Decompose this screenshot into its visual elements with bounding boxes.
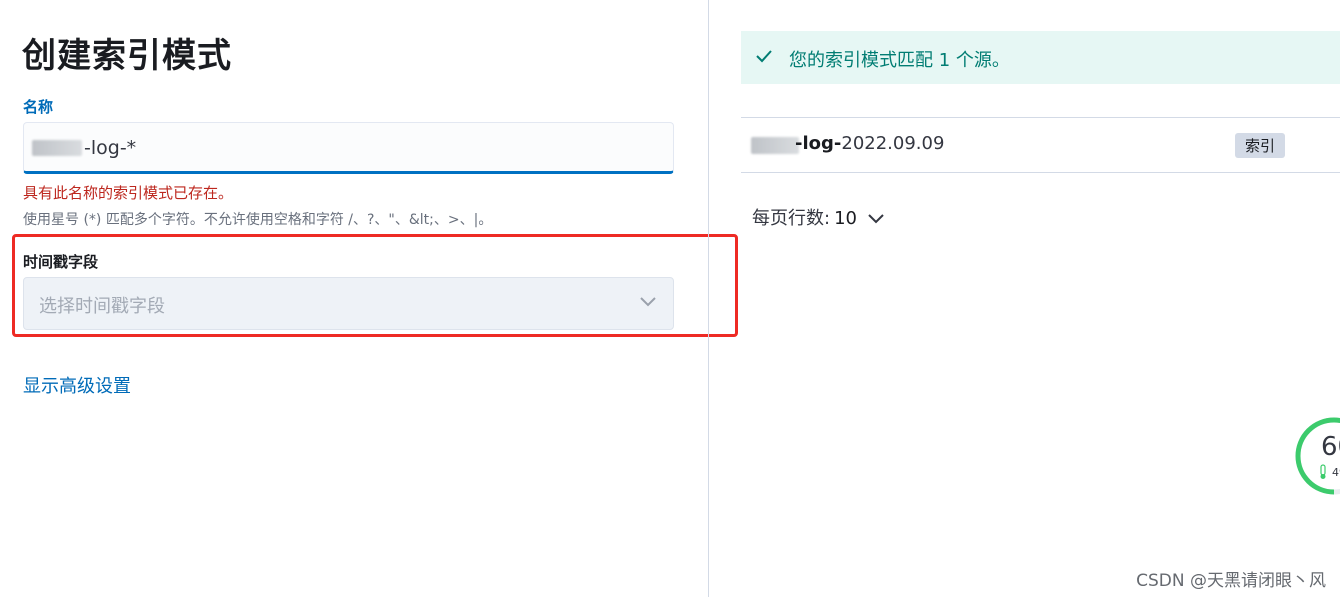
timestamp-select-placeholder: 选择时间戳字段 [39,296,165,317]
rows-per-page-label: 每页行数: [752,208,831,229]
watermark: CSDN @天黑请闭眼丶风 [1136,571,1326,591]
chevron-down-icon [868,214,884,224]
name-help-text: 使用星号 (*) 匹配多个字符。不允许使用空格和字符 /、?、"、&lt;、>、… [23,212,493,228]
redacted-text [751,137,799,154]
success-message: 您的索引模式匹配 1 个源。 [789,50,1010,71]
name-error-message: 具有此名称的索引模式已存在。 [23,184,234,202]
source-name: -log-2022.09.09 [795,133,944,154]
preview-panel: 您的索引模式匹配 1 个源。 -log-2022.09.09 索引 每页行数: 1… [709,0,1340,597]
name-label: 名称 [23,98,54,116]
chevron-down-icon [640,297,656,307]
name-input[interactable]: -log-* [23,122,674,174]
thermometer-icon [1320,464,1326,479]
gauge-value: 60 [1321,432,1340,462]
performance-gauge-widget[interactable]: 60 49° [1294,416,1340,496]
success-callout: 您的索引模式匹配 1 个源。 [741,31,1340,84]
source-name-suffix: 2022.09.09 [841,133,945,154]
show-advanced-settings-link[interactable]: 显示高级设置 [23,372,131,398]
table-border [741,117,1340,118]
page-title: 创建索引模式 [22,36,232,76]
create-index-pattern-form: 创建索引模式 名称 -log-* 具有此名称的索引模式已存在。 使用星号 (*)… [0,0,738,597]
source-name-match: -log- [795,133,842,154]
rows-per-page-button[interactable]: 每页行数: 10 [752,204,885,230]
timestamp-field-select[interactable]: 选择时间戳字段 [23,277,674,330]
source-type-badge: 索引 [1235,133,1286,158]
redacted-text [32,140,82,156]
timestamp-field-label: 时间戳字段 [23,253,99,271]
name-input-value: -log-* [84,137,137,159]
check-icon [756,50,772,63]
rows-per-page-value: 10 [834,208,857,229]
gauge-temperature: 49° [1332,466,1340,479]
table-border [741,172,1340,173]
